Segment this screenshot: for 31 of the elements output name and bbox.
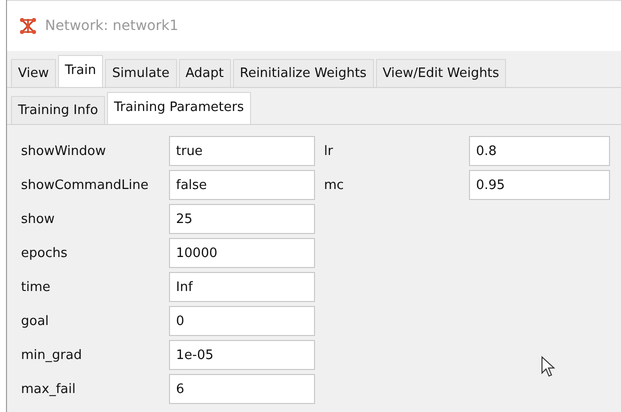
tab[interactable]: Training Parameters xyxy=(107,92,251,124)
mouse-cursor-icon xyxy=(541,356,555,378)
tab[interactable]: Train xyxy=(58,55,104,87)
parameter-field[interactable]: 0 xyxy=(169,306,315,336)
window-title: Network: network1 xyxy=(45,18,178,34)
parameter-field[interactable]: 0.8 xyxy=(469,136,610,166)
parameter-label: show xyxy=(21,212,56,226)
tab[interactable]: Reinitialize Weights xyxy=(232,59,374,87)
parameter-field[interactable]: false xyxy=(169,170,315,200)
parameter-field[interactable]: 6 xyxy=(169,374,315,404)
parameter-field[interactable]: Inf xyxy=(169,272,315,302)
parameter-field[interactable]: 0.95 xyxy=(469,170,610,200)
parameter-field[interactable]: 1e-05 xyxy=(169,340,315,370)
parameter-label: lr xyxy=(323,144,334,158)
parameter-field[interactable]: 10000 xyxy=(169,238,315,268)
parameter-field[interactable]: 25 xyxy=(169,204,315,234)
parameter-field[interactable]: true xyxy=(169,136,315,166)
parameter-label: epochs xyxy=(21,246,68,260)
tab[interactable]: Adapt xyxy=(178,59,231,87)
parameter-label: goal xyxy=(21,314,50,328)
parameter-label: time xyxy=(21,280,52,294)
parameter-label: max_fail xyxy=(21,382,77,396)
parameter-label: mc xyxy=(323,178,345,192)
tab[interactable]: View/Edit Weights xyxy=(376,59,506,87)
parameter-label: showCommandLine xyxy=(21,178,150,192)
tab[interactable]: Simulate xyxy=(105,59,177,87)
network-logo-icon xyxy=(19,17,37,35)
parameter-label: showWindow xyxy=(21,144,107,158)
parameter-label: min_grad xyxy=(21,348,83,362)
tab[interactable]: View xyxy=(11,59,56,87)
tab[interactable]: Training Info xyxy=(11,96,106,124)
